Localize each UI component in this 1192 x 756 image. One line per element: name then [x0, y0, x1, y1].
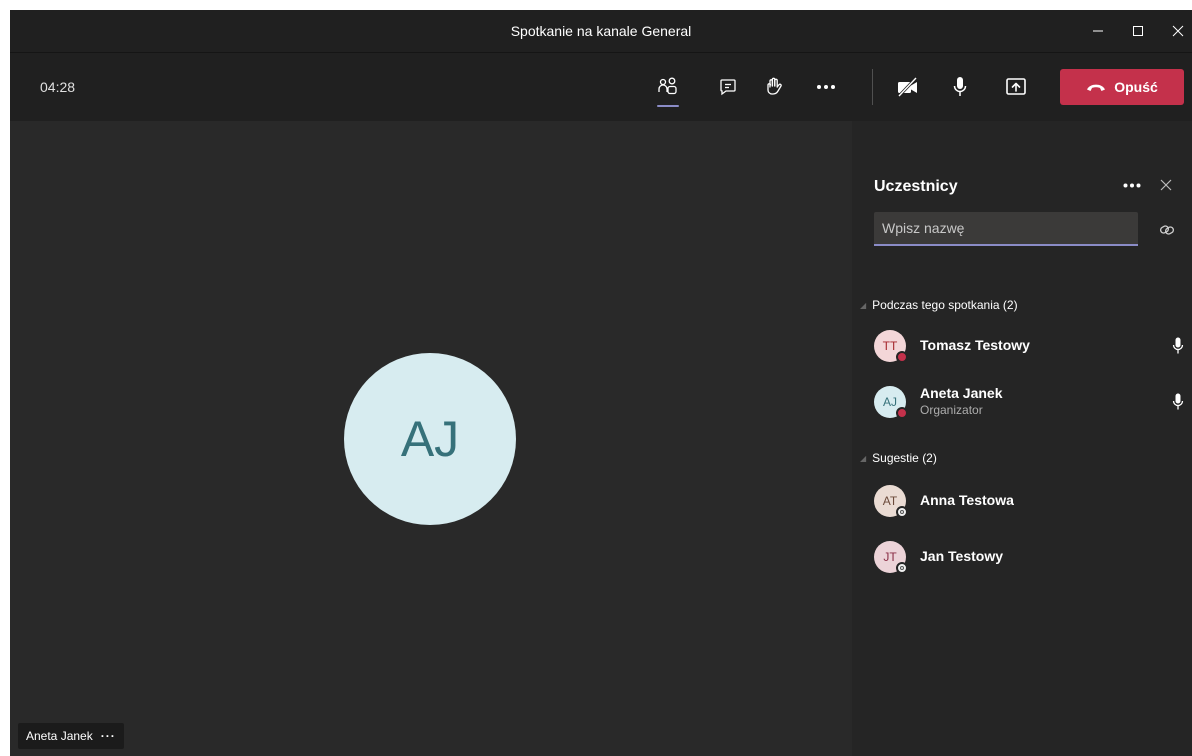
section-in-meeting-header[interactable]: ◢ Podczas tego spotkania (2)	[860, 298, 1018, 312]
participant-name: Anna Testowa	[920, 492, 1014, 508]
people-icon	[658, 77, 677, 95]
raise-hand-icon	[767, 77, 782, 95]
participant-mic-button[interactable]	[1170, 336, 1186, 356]
close-icon	[1172, 25, 1184, 37]
participant-name: Tomasz Testowy	[920, 337, 1030, 353]
title-bar: Spotkanie na kanale General	[10, 10, 1192, 53]
participants-panel: Uczestnicy ◢ Podczas tego spotkania (2) …	[852, 121, 1192, 756]
hang-up-icon	[1087, 84, 1106, 91]
more-icon	[817, 85, 835, 89]
more-icon	[1123, 183, 1141, 187]
panel-close-button[interactable]	[1152, 171, 1180, 199]
share-content-button[interactable]	[996, 67, 1036, 107]
leave-label: Opuść	[1114, 79, 1158, 95]
camera-toggle-button[interactable]	[888, 67, 928, 107]
participant-mic-button[interactable]	[1170, 392, 1186, 412]
minimize-button[interactable]	[1078, 10, 1118, 52]
mic-icon	[1172, 393, 1184, 410]
participant-name: Jan Testowy	[920, 548, 1003, 564]
collapse-caret-icon: ◢	[860, 453, 867, 463]
presence-busy-icon	[896, 407, 908, 419]
minimize-icon	[1093, 30, 1103, 32]
show-chat-button[interactable]	[708, 67, 748, 107]
window-title: Spotkanie na kanale General	[510, 23, 692, 39]
participant-name: Aneta Janek	[26, 729, 93, 743]
participant-row[interactable]: AJ Aneta Janek Organizator	[874, 382, 1184, 422]
section-header-label: Podczas tego spotkania (2)	[872, 298, 1018, 312]
maximize-button[interactable]	[1118, 10, 1158, 52]
teams-meeting-window: Spotkanie na kanale General 04:28 Opuść …	[10, 10, 1192, 756]
section-suggestions-header[interactable]: ◢ Sugestie (2)	[860, 451, 937, 465]
presence-busy-icon	[896, 351, 908, 363]
show-participants-button[interactable]	[648, 67, 688, 107]
panel-more-options-button[interactable]	[1118, 171, 1146, 199]
camera-off-icon	[897, 77, 918, 97]
presence-offline-icon	[896, 506, 908, 518]
panel-title: Uczestnicy	[874, 178, 958, 195]
meeting-toolbar: 04:28 Opuść	[10, 53, 1192, 121]
microphone-toggle-button[interactable]	[940, 67, 980, 107]
active-indicator	[657, 105, 679, 107]
name-chip-more-icon[interactable]: ···	[101, 729, 116, 743]
close-icon	[1160, 179, 1172, 191]
participant-name-chip[interactable]: Aneta Janek ···	[18, 723, 124, 749]
section-header-label: Sugestie (2)	[872, 451, 937, 465]
presence-offline-icon	[896, 562, 908, 574]
share-screen-icon	[1006, 78, 1026, 95]
participant-name: Aneta Janek	[920, 385, 1003, 401]
raise-hand-button[interactable]	[754, 67, 794, 107]
share-invite-link-button[interactable]	[1154, 217, 1180, 243]
toolbar-divider	[872, 69, 873, 105]
mic-icon	[953, 77, 967, 96]
participant-avatar: AJ	[344, 353, 516, 525]
participant-search-input[interactable]	[874, 212, 1138, 246]
link-icon	[1159, 225, 1175, 235]
mic-icon	[1172, 337, 1184, 354]
more-actions-button[interactable]	[806, 67, 846, 107]
video-stage: AJ Aneta Janek ···	[10, 121, 852, 756]
collapse-caret-icon: ◢	[860, 300, 867, 310]
chat-icon	[720, 79, 736, 96]
meeting-timer: 04:28	[40, 79, 76, 95]
suggested-person-row[interactable]: JT Jan Testowy	[874, 537, 1184, 577]
leave-meeting-button[interactable]: Opuść	[1060, 69, 1184, 105]
close-window-button[interactable]	[1158, 10, 1192, 52]
suggested-person-row[interactable]: AT Anna Testowa	[874, 481, 1184, 521]
maximize-icon	[1133, 26, 1143, 36]
participant-role: Organizator	[920, 403, 983, 417]
participant-row[interactable]: TT Tomasz Testowy	[874, 326, 1184, 366]
